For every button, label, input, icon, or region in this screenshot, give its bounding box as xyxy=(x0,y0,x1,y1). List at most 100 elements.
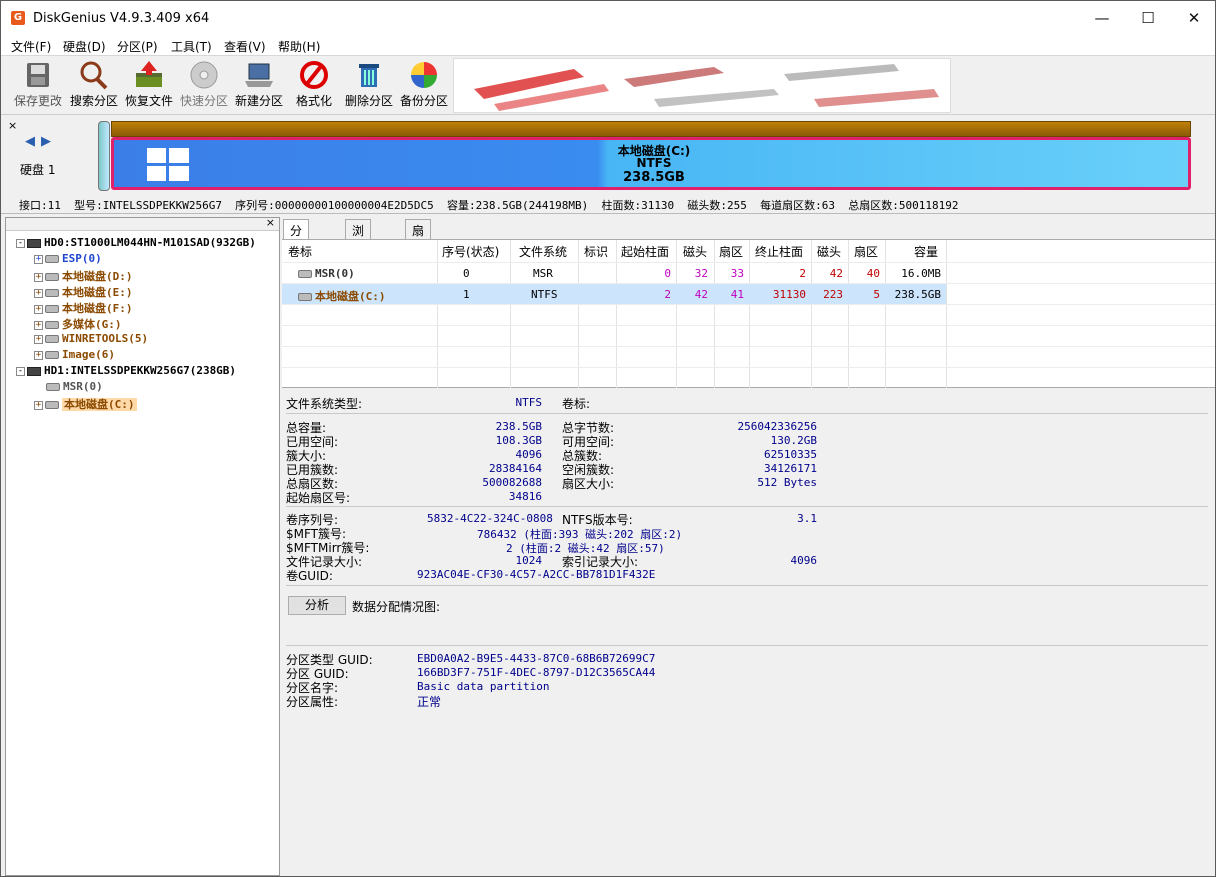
col-header-end-head[interactable]: 磁头 xyxy=(817,243,841,260)
menu-bar: 文件(F) 硬盘(D) 分区(P) 工具(T) 查看(V) 帮助(H) xyxy=(1,35,1215,56)
disk-icon xyxy=(190,61,218,89)
format-icon xyxy=(300,61,328,89)
tree-partition-f[interactable]: + 本地磁盘(F:) xyxy=(34,300,133,316)
expand-box-icon[interactable]: + xyxy=(34,320,43,330)
tree-partition-winretools[interactable]: + WINRETOOLS(5) xyxy=(34,332,148,348)
laptop-icon xyxy=(245,63,273,87)
panel-close-icon[interactable]: × xyxy=(266,216,275,229)
ad-banner-graphic xyxy=(454,59,950,112)
diskgenius-window: G DiskGenius V4.9.3.409 x64 — ☐ ✕ 文件(F) … xyxy=(0,0,1216,877)
tree-partition-d[interactable]: + 本地磁盘(D:) xyxy=(34,268,133,284)
save-changes-button[interactable]: 保存更改 xyxy=(10,59,66,113)
collapse-icon[interactable]: × xyxy=(8,119,17,132)
menu-help[interactable]: 帮助(H) xyxy=(278,38,320,55)
expand-box-icon[interactable]: + xyxy=(34,272,43,282)
menu-disk[interactable]: 硬盘(D) xyxy=(63,38,106,55)
partition-map-fs: NTFS xyxy=(636,156,672,170)
expand-box-icon[interactable]: + xyxy=(34,400,43,410)
hard-disk-icon xyxy=(27,238,41,248)
disk-nav-label: 硬盘 1 xyxy=(20,163,56,177)
col-header-capacity[interactable]: 容量 xyxy=(914,243,938,260)
tree-partition-msr[interactable]: MSR(0) xyxy=(46,380,103,396)
disk-usage-mini-bar xyxy=(98,121,110,191)
maximize-button[interactable]: ☐ xyxy=(1125,1,1171,35)
tree-disk-hd0[interactable]: - HD0:ST1000LM044HN-M101SAD(932GB) xyxy=(16,236,256,252)
recover-icon xyxy=(136,61,162,87)
menu-partition[interactable]: 分区(P) xyxy=(117,38,158,55)
table-row-selected[interactable]: 本地磁盘(C:) 1 NTFS 2 42 41 31130 223 5 238.… xyxy=(282,284,946,304)
save-icon xyxy=(27,63,49,87)
col-header-fs[interactable]: 文件系统 xyxy=(519,243,567,260)
col-header-start-sector[interactable]: 扇区 xyxy=(719,243,743,260)
format-button[interactable]: 格式化 xyxy=(286,59,342,113)
disk-info-line: 接口:11 型号:INTELSSDPEKKW256G7 序列号:00000000… xyxy=(1,194,1215,214)
quick-partition-button[interactable]: 快速分区 xyxy=(176,59,232,113)
partition-icon xyxy=(45,289,59,297)
partition-used-bar xyxy=(111,121,1191,137)
disk-info-text: 接口:11 型号:INTELSSDPEKKW256G7 序列号:00000000… xyxy=(19,199,959,212)
col-header-index[interactable]: 序号(状态) xyxy=(442,243,499,260)
delete-partition-button[interactable]: 删除分区 xyxy=(341,59,397,113)
menu-file[interactable]: 文件(F) xyxy=(11,38,51,55)
partition-table: 卷标 序号(状态) 文件系统 标识 起始柱面 磁头 扇区 终止柱面 磁头 扇区 … xyxy=(282,239,1215,388)
col-header-end-cyl[interactable]: 终止柱面 xyxy=(755,243,803,260)
close-button[interactable]: ✕ xyxy=(1171,1,1215,35)
recover-files-button[interactable]: 恢复文件 xyxy=(121,59,177,113)
backup-icon xyxy=(411,62,437,88)
analyze-button[interactable]: 分析 xyxy=(288,596,346,615)
tree-partition-g[interactable]: + 多媒体(G:) xyxy=(34,316,122,332)
app-icon: G xyxy=(11,11,25,25)
tree-panel-header: × xyxy=(6,216,279,231)
tab-partition-params[interactable]: 分区参数 xyxy=(283,219,310,289)
filesystem-details: 文件系统类型: NTFS 卷标: 总容量: 238.5GB 已用空间: 108.3G… xyxy=(282,389,1215,876)
disk-tree-panel: × - HD0:ST1000LM044HN-M101SAD(932GB) + ESP… xyxy=(5,216,280,876)
magnifier-icon xyxy=(80,61,108,90)
tab-sector-edit[interactable]: 扇区编辑 xyxy=(405,219,432,289)
col-header-end-sector[interactable]: 扇区 xyxy=(854,243,878,260)
menu-tools[interactable]: 工具(T) xyxy=(171,38,212,55)
partition-icon xyxy=(45,335,59,343)
title-bar: G DiskGenius V4.9.3.409 x64 — ☐ ✕ xyxy=(1,1,1215,35)
next-disk-arrow-icon[interactable]: ▶ xyxy=(41,134,51,149)
partition-icon xyxy=(45,401,59,409)
tree-disk-hd1[interactable]: - HD1:INTELSSDPEKKW256G7(238GB) xyxy=(16,364,236,380)
tree-partition-e[interactable]: + 本地磁盘(E:) xyxy=(34,284,133,300)
fs-type-value: NTFS xyxy=(515,396,543,409)
partition-icon xyxy=(298,293,312,301)
collapse-box-icon[interactable]: - xyxy=(16,366,25,376)
partition-icon xyxy=(45,305,59,313)
ad-banner[interactable] xyxy=(453,58,951,113)
trash-icon xyxy=(359,64,379,87)
window-title: DiskGenius V4.9.3.409 x64 xyxy=(33,11,210,26)
partition-c-block[interactable]: 本地磁盘(C:) NTFS 238.5GB xyxy=(111,137,1191,190)
new-partition-button[interactable]: 新建分区 xyxy=(231,59,287,113)
backup-partition-button[interactable]: 备份分区 xyxy=(396,59,452,113)
col-header-start-cyl[interactable]: 起始柱面 xyxy=(621,243,669,260)
expand-box-icon[interactable]: + xyxy=(34,254,43,264)
partition-icon xyxy=(45,273,59,281)
table-row[interactable]: MSR(0) 0 MSR 0 32 33 2 42 40 16.0MB xyxy=(282,263,946,283)
expand-box-icon[interactable]: + xyxy=(34,350,43,360)
collapse-box-icon[interactable]: - xyxy=(16,238,25,248)
partition-detail-panel: 分区参数 浏览文件 扇区编辑 卷标 序号(状态) 文件系统 标识 起始柱面 磁头… xyxy=(282,217,1215,876)
windows-logo-icon xyxy=(147,148,189,181)
toolbar: 保存更改 搜索分区 恢复文件 快速分区 新建分区 格式化 删除分区 备份分区 xyxy=(1,57,1215,115)
tree-partition-image[interactable]: + Image(6) xyxy=(34,348,115,364)
expand-box-icon[interactable]: + xyxy=(34,304,43,314)
expand-box-icon[interactable]: + xyxy=(34,288,43,298)
tab-browse-files[interactable]: 浏览文件 xyxy=(345,219,372,289)
expand-box-icon[interactable]: + xyxy=(34,334,43,344)
partition-icon xyxy=(45,321,59,329)
tree-partition-esp[interactable]: + ESP(0) xyxy=(34,252,102,268)
col-header-start-head[interactable]: 磁头 xyxy=(683,243,707,260)
col-header-label[interactable]: 卷标 xyxy=(288,243,312,260)
minimize-button[interactable]: — xyxy=(1079,1,1125,35)
col-header-id[interactable]: 标识 xyxy=(584,243,608,260)
disk-map-area: × ◀ ▶ 硬盘 1 本地磁盘(C:) NTFS 238.5GB xyxy=(1,116,1215,194)
prev-disk-arrow-icon[interactable]: ◀ xyxy=(25,134,35,149)
partition-map-size: 238.5GB xyxy=(623,170,685,185)
hard-disk-icon xyxy=(27,366,41,376)
tree-partition-c[interactable]: + 本地磁盘(C:) xyxy=(34,396,137,412)
search-partition-button[interactable]: 搜索分区 xyxy=(66,59,122,113)
menu-view[interactable]: 查看(V) xyxy=(224,38,266,55)
